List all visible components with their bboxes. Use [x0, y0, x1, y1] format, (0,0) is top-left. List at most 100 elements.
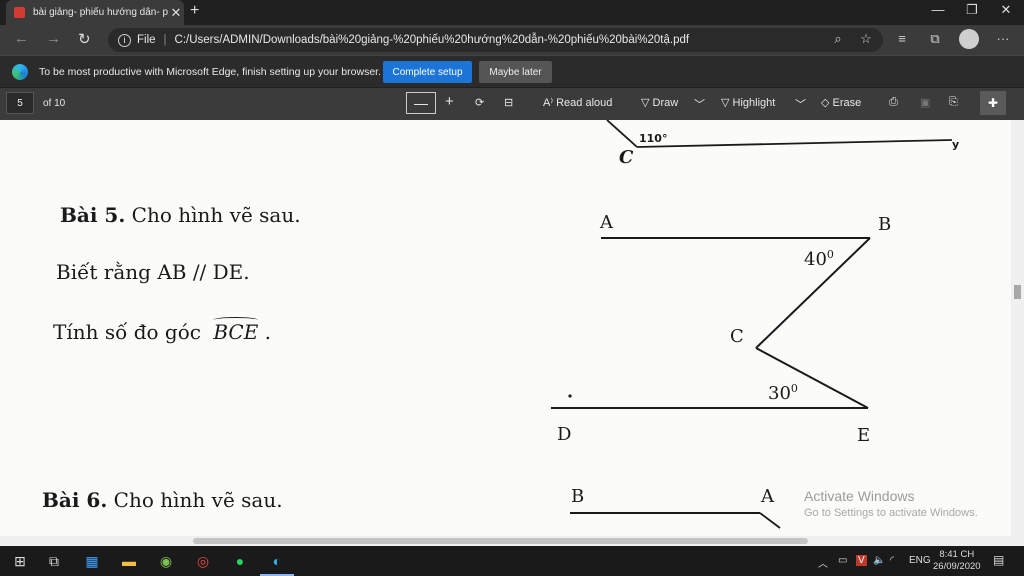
url-separator: | [163, 34, 167, 46]
erase-label: Erase [832, 97, 862, 109]
tray-battery-icon[interactable]: ▭ [838, 555, 847, 566]
back-icon[interactable]: ← [14, 30, 29, 47]
favorites-list-icon[interactable]: ≡ [893, 31, 911, 46]
bai5-heading: Bài 5. Cho hình vẽ sau. [60, 203, 301, 227]
angle-110-label: 110° [639, 132, 668, 145]
address-bar: ← → ↻ i File | C:/Users/ADMIN/Downloads/… [0, 25, 1024, 55]
favorite-star-icon[interactable]: ☆ [857, 31, 875, 47]
restore-button[interactable]: ❐ [962, 2, 982, 18]
draw-button[interactable]: ▽ Draw [641, 96, 678, 109]
store-icon[interactable]: ▦ [82, 551, 102, 571]
bai6-heading: Bài 6. Cho hình vẽ sau. [42, 488, 283, 512]
line-a-down [759, 512, 781, 529]
tab-close-icon[interactable]: ✕ [168, 5, 184, 21]
erase-button[interactable]: ◇ Erase [821, 96, 861, 109]
bai5-period: . [264, 320, 272, 344]
draw-dropdown-icon[interactable]: ﹀ [694, 96, 705, 112]
point-c-top: C [619, 147, 634, 168]
bai5-question-line: Tính số đo góc BCE . [53, 317, 272, 344]
point-b-label: B [878, 214, 892, 235]
browser-tab[interactable]: bài giảng- phiếu hướng dẫn- ph ✕ [6, 0, 184, 25]
bai6-text: Cho hình vẽ sau. [107, 488, 283, 512]
volume-icon[interactable]: 🔈 [873, 555, 885, 566]
notification-icon[interactable]: ▤ [993, 553, 1004, 567]
horizontal-scrollbar[interactable] [0, 536, 1024, 546]
language-indicator[interactable]: ENG [909, 555, 931, 566]
rotate-icon[interactable]: ⟳ [475, 96, 484, 109]
draw-icon: ▽ [641, 97, 653, 109]
fit-page-icon[interactable]: ⊟ [504, 96, 513, 109]
bai5-question: Tính số đo góc [53, 320, 201, 344]
tray-chevron-icon[interactable]: ︿ [818, 555, 828, 570]
new-tab-button[interactable]: + [190, 2, 199, 20]
zoom-out-button[interactable]: — [406, 92, 436, 114]
title-bar: bài giảng- phiếu hướng dẫn- ph ✕ + — ❐ ✕ [0, 0, 1024, 25]
page-total: of 10 [43, 98, 66, 109]
pdf-viewer: 110° C y Bài 5. Cho hình vẽ sau. Biết rằ… [0, 120, 1024, 546]
angle-30-label: 300 [768, 382, 798, 404]
highlight-dropdown-icon[interactable]: ﹀ [795, 96, 806, 112]
highlight-button[interactable]: ▽ Highlight [721, 96, 775, 109]
save-as-icon[interactable]: ⎘ [949, 96, 958, 109]
eraser-icon: ◇ [821, 97, 833, 109]
point-c-label: C [730, 326, 744, 347]
maybe-later-button[interactable]: Maybe later [479, 61, 552, 83]
tray-app-icon[interactable]: V [856, 555, 867, 566]
taskbar: ⊞ ⧉ ▦ ▬ ◉ ◎ ● ◐ ︿ ▭ V 🔈 ◜ ENG 8:41 CH 26… [0, 546, 1024, 576]
pdf-page: 110° C y Bài 5. Cho hình vẽ sau. Biết rằ… [0, 120, 1011, 536]
url-field[interactable]: i File | C:/Users/ADMIN/Downloads/bài%20… [108, 28, 883, 52]
highlight-icon: ▽ [721, 97, 733, 109]
print-icon[interactable]: ⎙ [889, 96, 898, 109]
task-view-icon[interactable]: ⧉ [44, 551, 64, 571]
minimize-button[interactable]: — [928, 2, 948, 17]
complete-setup-button[interactable]: Complete setup [383, 61, 472, 83]
read-aloud-button[interactable]: A⁾ Read aloud [543, 96, 612, 109]
collections-icon[interactable]: ⧉ [926, 31, 944, 47]
horizontal-scroll-thumb[interactable] [193, 538, 808, 544]
clock-date: 26/09/2020 [933, 561, 981, 572]
close-window-button[interactable]: ✕ [996, 2, 1016, 18]
activate-windows-text: Go to Settings to activate Windows. [804, 507, 978, 519]
info-icon[interactable]: i [118, 33, 131, 47]
vertical-scrollbar[interactable] [1011, 120, 1024, 536]
read-aloud-label: Read aloud [556, 97, 613, 109]
more-menu-icon[interactable]: ··· [994, 31, 1012, 46]
bai5-title: Bài 5. [60, 203, 126, 227]
zoom-in-button[interactable]: + [445, 93, 454, 110]
angle-30-value: 30 [768, 383, 791, 404]
highlight-label: Highlight [732, 97, 776, 109]
angle-40-value: 40 [804, 249, 827, 270]
draw-label: Draw [652, 97, 679, 109]
wifi-icon[interactable]: ◜ [890, 555, 894, 566]
vertical-scroll-thumb[interactable] [1014, 285, 1021, 299]
zoom-icon[interactable]: ⌕ [829, 31, 847, 47]
url-scheme-label: File [137, 34, 156, 46]
spotify-icon[interactable]: ● [230, 551, 250, 571]
point-b6-label: B [571, 486, 585, 507]
chrome-icon[interactable]: ◎ [193, 551, 213, 571]
point-a6-label: A [761, 486, 774, 507]
forward-icon[interactable]: → [46, 30, 61, 47]
file-explorer-icon[interactable]: ▬ [119, 551, 139, 571]
figure-bai6 [570, 512, 781, 529]
angle-bce: BCE [213, 317, 259, 344]
bai5-given: Biết rằng AB // DE. [56, 260, 250, 284]
save-icon: ▣ [920, 97, 931, 109]
edge-logo-icon [12, 64, 28, 80]
angle-30-deg: 0 [790, 382, 798, 395]
edge-taskbar-icon[interactable]: ◐ [267, 551, 287, 571]
read-aloud-icon: A⁾ [543, 97, 557, 109]
page-number-input[interactable]: 5 [6, 92, 34, 114]
start-windows-icon[interactable]: ⊞ [10, 551, 30, 571]
pin-toolbar-icon[interactable]: ✚ [980, 91, 1006, 115]
refresh-icon[interactable]: ↻ [78, 30, 91, 48]
clock[interactable]: 8:41 CH 26/09/2020 [933, 549, 981, 573]
profile-avatar[interactable] [959, 29, 979, 49]
point-dot [568, 394, 572, 398]
angle-40-deg: 0 [826, 248, 834, 261]
bai5-text: Cho hình vẽ sau. [125, 203, 301, 227]
bai6-title: Bài 6. [42, 488, 108, 512]
top-line-cy [636, 139, 953, 148]
app-icon[interactable]: ◉ [156, 551, 176, 571]
point-a-label: A [600, 212, 613, 233]
